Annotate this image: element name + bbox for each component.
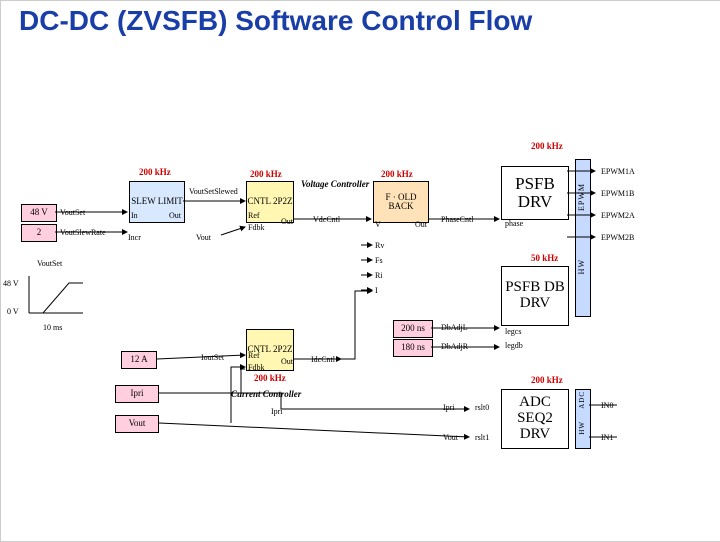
vlabel-hw2: HW: [578, 421, 586, 435]
sig-idccntl: IdcCntl: [311, 355, 335, 364]
lbl-ref2: Ref: [248, 351, 260, 360]
diagram-canvas: DC-DC (ZVSFB) Software Control Flow 48 V…: [0, 0, 720, 542]
block-psfb-drv: PSFB DRV: [501, 166, 569, 220]
input-ipri: Ipri: [115, 385, 159, 403]
lbl-fdbk2: Fdbk: [248, 363, 264, 372]
sig-in1: IN1: [601, 433, 613, 442]
sig-epwm1a: EPWM1A: [601, 167, 635, 176]
lbl-fdbk: Fdbk: [248, 223, 264, 232]
lbl-out: Out: [169, 211, 181, 220]
input-12a: 12 A: [121, 351, 157, 369]
sig-phasecntl: PhaseCntl: [441, 215, 473, 224]
rate-cntli: 200 kHz: [254, 373, 286, 383]
lbl-rv: Rv: [375, 241, 384, 250]
axis-t10: 10 ms: [43, 323, 62, 332]
block-back: F · OLD BACK: [373, 181, 429, 223]
lbl-out3: Out: [415, 220, 427, 229]
lbl-ri: Ri: [375, 271, 383, 280]
sig-ioutset: IoutSet: [201, 353, 224, 362]
sig-vout: Vout: [196, 233, 211, 242]
sig-epwm2b: EPWM2B: [601, 233, 634, 242]
lbl-in: In: [131, 211, 138, 220]
sig-epwm1b: EPWM1B: [601, 189, 634, 198]
sig-voutsetslewed: VoutSetSlewed: [189, 187, 238, 196]
lbl-out4: Out: [281, 357, 293, 366]
sig-rslt0: rslt0: [475, 403, 489, 412]
lbl-incr: Incr: [128, 233, 141, 242]
lbl-ref: Ref: [248, 211, 260, 220]
page-title: DC-DC (ZVSFB) Software Control Flow: [19, 5, 532, 37]
lbl-i: I: [375, 286, 378, 295]
vlabel-epwm: EPWM: [577, 183, 586, 211]
lbl-voltage-controller: Voltage Controller: [301, 179, 369, 189]
input-48v: 48 V: [21, 204, 57, 222]
mini-plot: [21, 271, 91, 321]
vlabel-hw: HW: [577, 259, 586, 274]
rate-slew: 200 kHz: [139, 167, 171, 177]
sig-voutslewrate: VoutSlewRate: [60, 228, 106, 237]
sig-dbadjl: DbAdjL: [441, 323, 468, 332]
rate-cntlv: 200 kHz: [250, 169, 282, 179]
sig-epwm2a: EPWM2A: [601, 211, 635, 220]
input-db-r: 180 ns: [393, 339, 433, 357]
input-vout: Vout: [115, 415, 159, 433]
axis-v0: 0 V: [7, 307, 19, 316]
rate-phase: 200 kHz: [381, 169, 413, 179]
rate-top: 200 kHz: [531, 141, 563, 151]
sig-ipri3: Ipri: [443, 403, 455, 412]
lbl-current-controller: Current Controller: [231, 389, 301, 399]
lbl-v: V: [375, 220, 381, 229]
lbl-legcs: legcs: [505, 327, 521, 336]
lbl-adc: ADC SEQ2 DRV: [502, 395, 568, 442]
connectors: [1, 1, 720, 541]
sig-dbadjr: DbAdjR: [441, 342, 468, 351]
axis-title: VoutSet: [37, 259, 62, 268]
lbl-phase: phase: [505, 219, 523, 228]
sig-in0: IN0: [601, 401, 613, 410]
input-db-l: 200 ns: [393, 320, 433, 338]
input-slewrate: 2: [21, 224, 57, 242]
rate-db: 50 kHz: [531, 253, 558, 263]
rate-adc: 200 kHz: [531, 375, 563, 385]
block-adc: ADC SEQ2 DRV: [501, 389, 569, 449]
lbl-psfb-db-drv: PSFB DB DRV: [502, 280, 568, 312]
sig-ipri2: Ipri: [271, 407, 283, 416]
vlabel-adc: ADC: [578, 391, 586, 409]
lbl-fs: Fs: [375, 256, 383, 265]
sig-vout2: Vout: [443, 433, 458, 442]
sig-rslt1: rslt1: [475, 433, 489, 442]
lbl-legdb: legdb: [505, 341, 523, 350]
axis-v48: 48 V: [3, 279, 19, 288]
lbl-psfb-drv: PSFB DRV: [502, 175, 568, 211]
sig-voutset: VoutSet: [60, 208, 85, 217]
block-psfb-db-drv: PSFB DB DRV: [501, 266, 569, 326]
lbl-out2: Out: [281, 217, 293, 226]
sig-vdccntl: VdcCntl: [313, 215, 340, 224]
